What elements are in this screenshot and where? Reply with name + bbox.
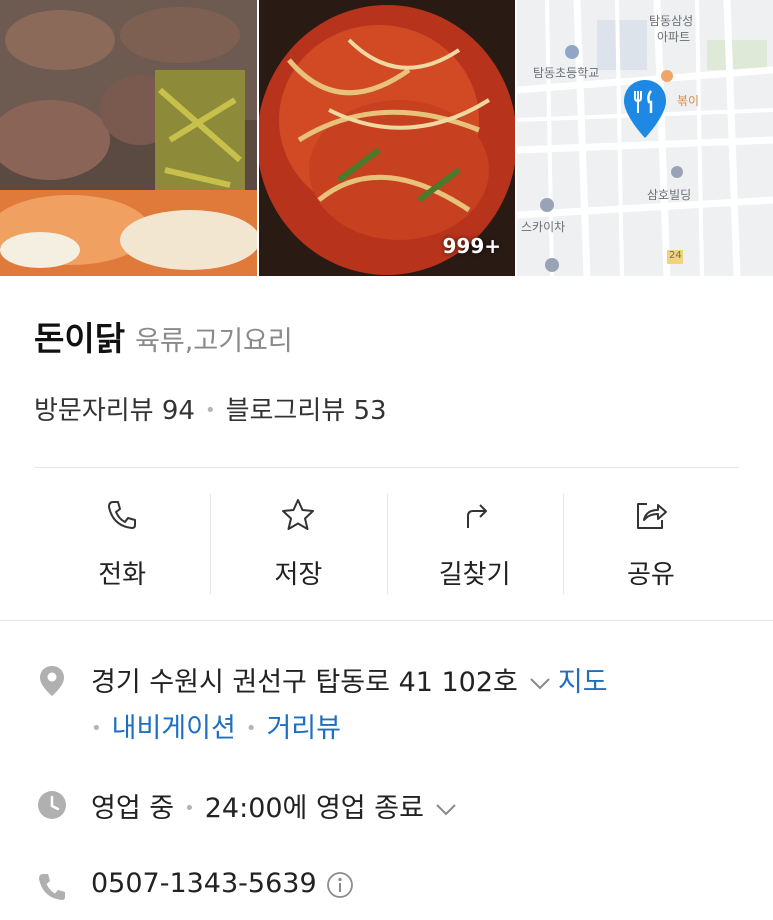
share-button[interactable]: 공유 bbox=[562, 468, 739, 618]
hours-line: 영업 중 • 24:00에 영업 종료 bbox=[91, 786, 464, 825]
directions-label: 길찾기 bbox=[438, 560, 511, 590]
separator-dot: • bbox=[91, 718, 102, 739]
separator-dot: • bbox=[184, 798, 195, 819]
phone-icon bbox=[39, 874, 65, 900]
photo-grilled-meat[interactable] bbox=[0, 0, 257, 276]
map-label-building: 삼호빌딩 bbox=[647, 188, 692, 202]
info-icon[interactable] bbox=[325, 870, 355, 900]
save-label: 저장 bbox=[274, 560, 323, 590]
action-bar: 전화 저장 길찾기 공유 bbox=[34, 468, 739, 618]
map-label-restaurant: 볶이 bbox=[677, 94, 700, 108]
address-links: • 내비게이션 • 거리뷰 bbox=[91, 706, 341, 745]
mini-map[interactable]: 탐동삼성 아파트 탐동초등학교 볶이 삼호빌딩 스카이차 24 bbox=[517, 0, 773, 276]
map-label-school: 탐동초등학교 bbox=[533, 66, 600, 80]
phone-line: 0507-1343-5639 bbox=[91, 868, 355, 900]
phone-icon bbox=[108, 501, 137, 529]
save-button[interactable]: 저장 bbox=[210, 468, 386, 618]
review-summary: 방문자리뷰 94 • 블로그리뷰 53 bbox=[34, 390, 387, 427]
photo-gallery: 999+ 탐동삼성 아파트 탐동초등학교 볶이 삼호빌딩 스카이차 24 bbox=[0, 0, 773, 276]
map-label-skycar: 스카이차 bbox=[521, 220, 566, 234]
call-label: 전화 bbox=[98, 560, 147, 590]
map-link[interactable]: 지도 bbox=[558, 667, 608, 698]
photo-spicy-chicken[interactable]: 999+ bbox=[259, 0, 515, 276]
visitor-reviews-link[interactable]: 방문자리뷰 94 bbox=[34, 396, 195, 426]
chevron-down-icon[interactable] bbox=[434, 802, 458, 818]
share-label: 공유 bbox=[626, 560, 675, 590]
street-view-link[interactable]: 거리뷰 bbox=[266, 713, 341, 744]
map-label-apartment-sub: 아파트 bbox=[657, 30, 691, 44]
clock-icon bbox=[38, 791, 66, 819]
phone-number[interactable]: 0507-1343-5639 bbox=[91, 868, 317, 899]
call-button[interactable]: 전화 bbox=[34, 468, 210, 618]
separator-dot: • bbox=[245, 718, 257, 739]
location-pin-icon bbox=[40, 666, 64, 696]
blog-reviews-link[interactable]: 블로그리뷰 53 bbox=[226, 396, 387, 426]
navigation-link[interactable]: 내비게이션 bbox=[112, 713, 236, 744]
open-status: 영업 중 bbox=[91, 793, 175, 824]
map-label-store: 24 bbox=[669, 250, 682, 261]
share-icon bbox=[636, 503, 667, 529]
photo-count-badge[interactable]: 999+ bbox=[442, 234, 501, 258]
address-text: 경기 수원시 권선구 탑동로 41 102호 bbox=[91, 667, 518, 698]
closing-time: 24:00에 영업 종료 bbox=[204, 793, 424, 824]
separator-dot: • bbox=[204, 400, 216, 421]
directions-icon bbox=[466, 504, 487, 528]
place-name: 돈이닭 bbox=[34, 319, 126, 358]
star-icon bbox=[282, 499, 315, 530]
chevron-down-icon[interactable] bbox=[528, 676, 552, 692]
place-category: 육류,고기요리 bbox=[135, 326, 293, 357]
location-marker-icon bbox=[624, 80, 666, 138]
place-title-row: 돈이닭 육류,고기요리 bbox=[34, 312, 293, 360]
map-label-apartment: 탐동삼성 bbox=[649, 14, 694, 28]
address-line: 경기 수원시 권선구 탑동로 41 102호 지도 bbox=[91, 660, 608, 699]
divider bbox=[0, 620, 773, 621]
directions-button[interactable]: 길찾기 bbox=[386, 468, 563, 618]
